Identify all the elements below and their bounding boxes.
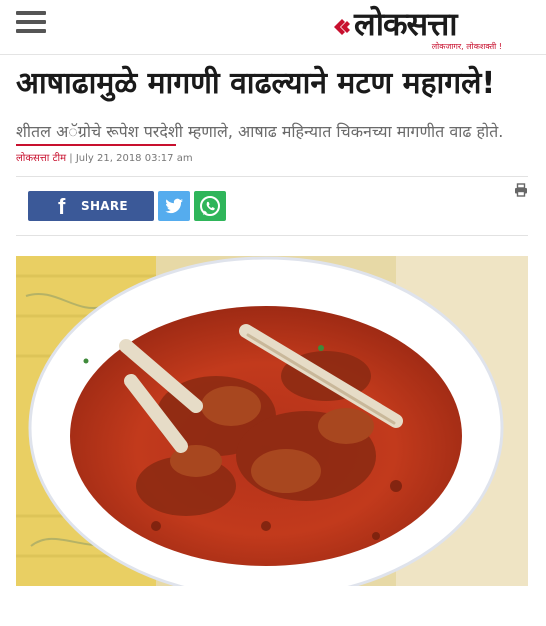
mutton-curry-illustration [16, 256, 528, 586]
twitter-icon [165, 198, 183, 214]
menu-icon[interactable] [16, 11, 46, 35]
whatsapp-share-button[interactable] [194, 191, 226, 221]
article-subheading: शीतल अॅग्रोचे रूपेश परदेशी म्हणाले, आषाढ… [16, 122, 504, 141]
share-bar: f SHARE [16, 177, 528, 233]
site-logo[interactable]: लोकसत्ता लोकजागर, लोकशक्ती ! [332, 2, 508, 52]
publish-date: | July 21, 2018 03:17 am [69, 153, 193, 164]
logo-tagline: लोकजागर, लोकशक्ती ! [431, 42, 502, 51]
site-header: लोकसत्ता लोकजागर, लोकशक्ती ! [0, 0, 546, 55]
author-link[interactable]: लोकसत्ता टीम [16, 153, 66, 164]
facebook-share-label: SHARE [81, 199, 128, 213]
facebook-share-button[interactable]: f SHARE [28, 191, 154, 221]
article-content: आषाढामुळे मागणी वाढल्याने मटण महागले! शी… [16, 56, 528, 586]
subheading-accent-line [16, 144, 176, 146]
logo-mark-icon [334, 19, 350, 35]
divider [16, 235, 528, 236]
article-byline: लोकसत्ता टीम | July 21, 2018 03:17 am [16, 152, 528, 166]
article-image[interactable] [16, 256, 528, 586]
twitter-share-button[interactable] [158, 191, 190, 221]
print-icon[interactable] [514, 183, 528, 197]
logo-text: लोकसत्ता [354, 5, 458, 43]
facebook-icon: f [58, 194, 66, 219]
whatsapp-icon [200, 196, 220, 216]
article-headline: आषाढामुळे मागणी वाढल्याने मटण महागले! [16, 66, 496, 101]
